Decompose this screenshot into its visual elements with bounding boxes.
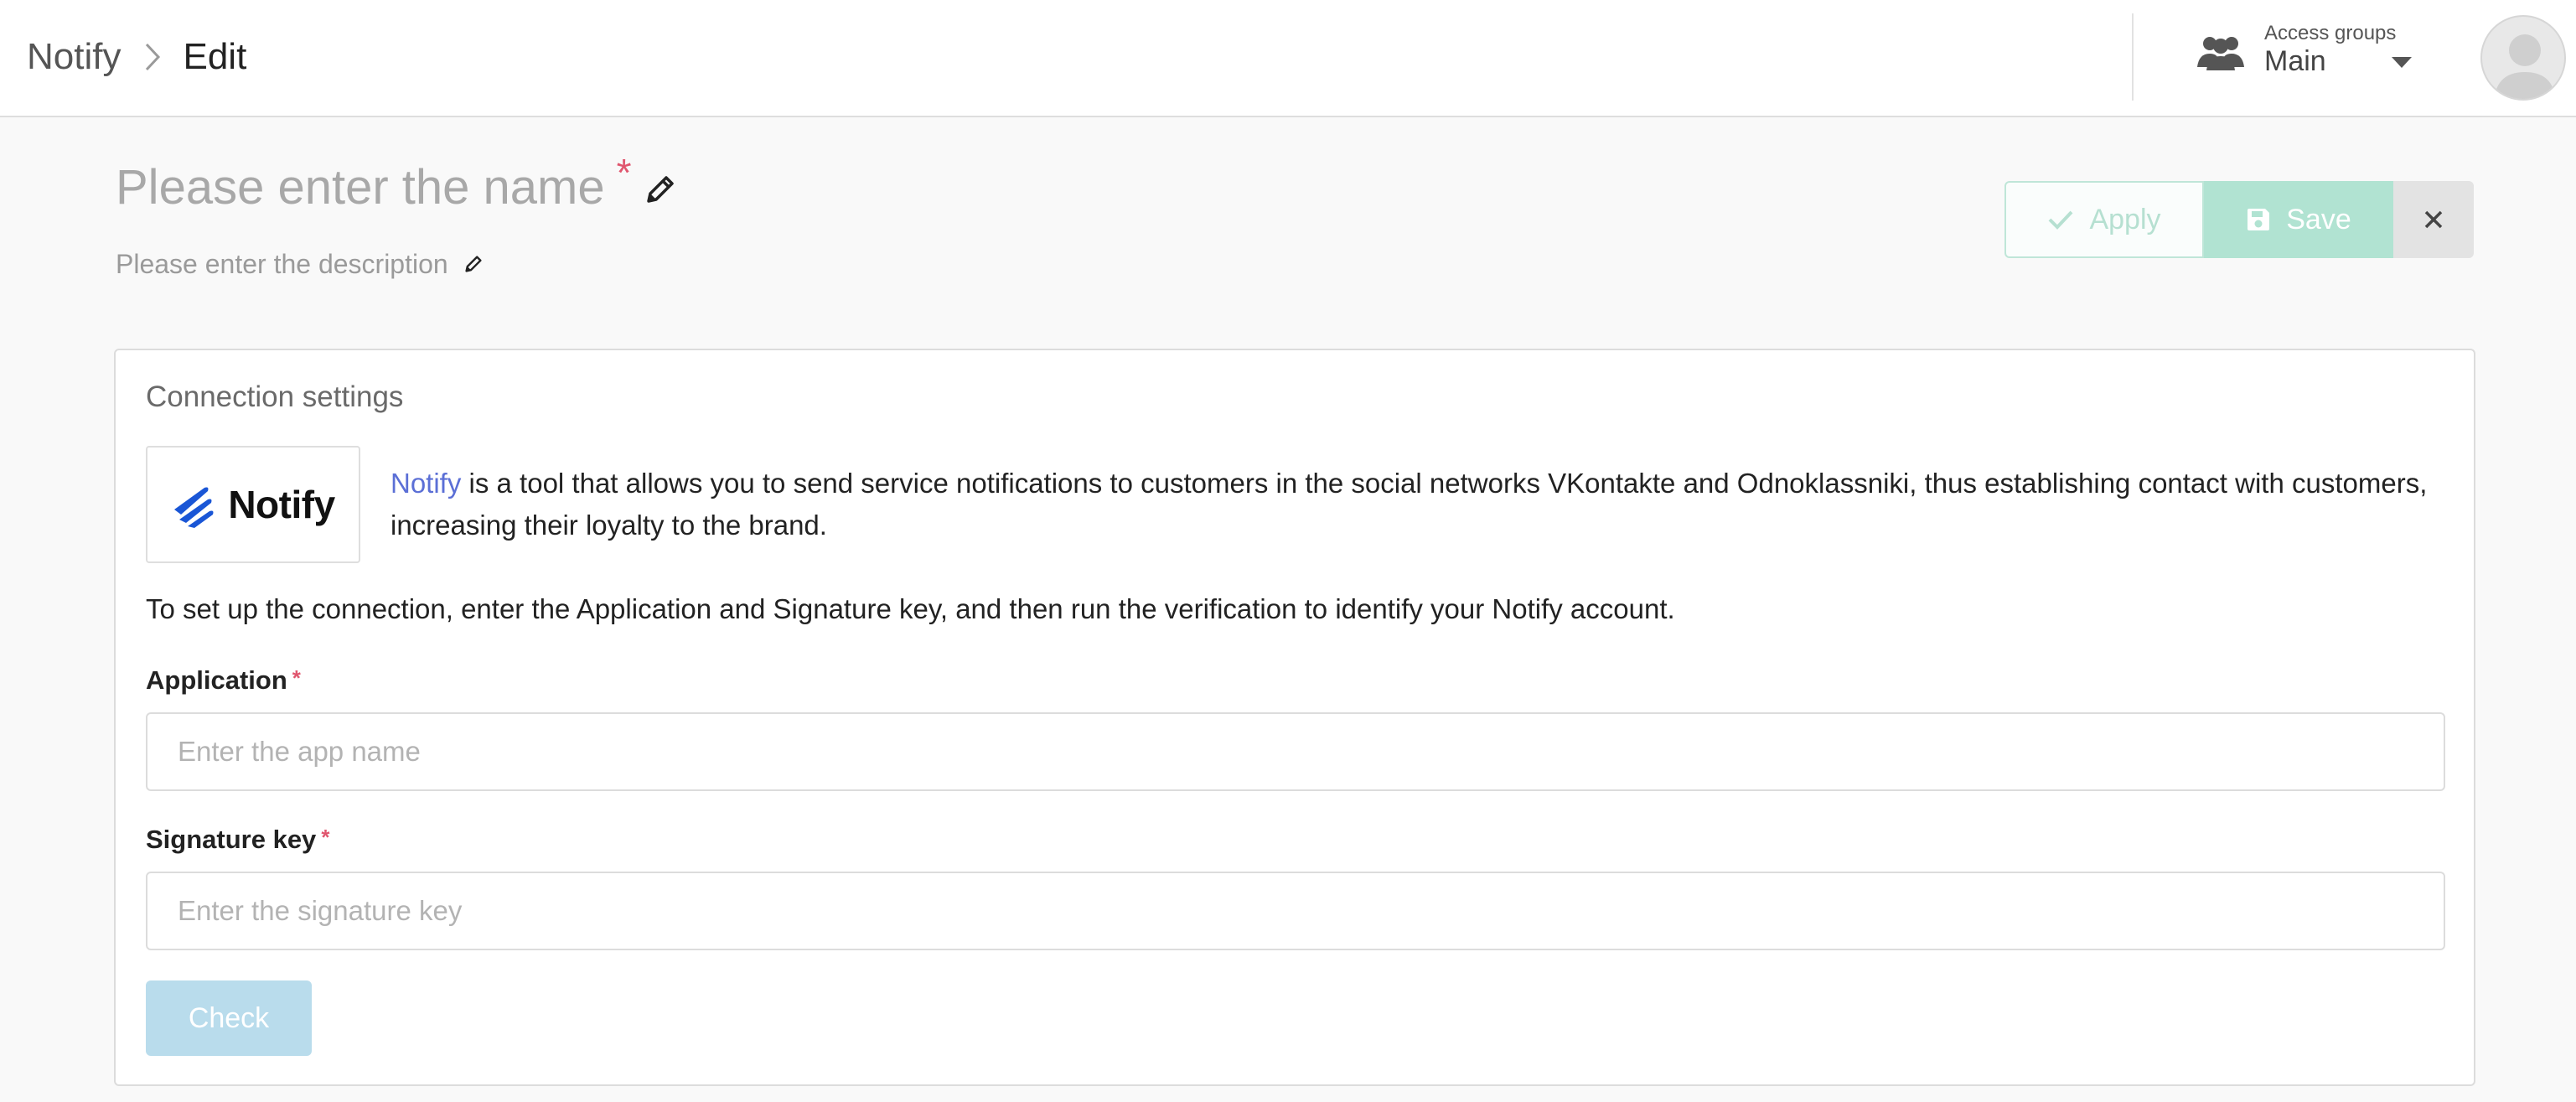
save-button-label: Save [2286,203,2351,235]
action-buttons: Apply Save [2004,181,2474,258]
apply-button[interactable]: Apply [2004,181,2204,258]
required-mark: * [292,665,301,691]
section-title: Connection settings [146,380,404,413]
intro-description: is a tool that allows you to send servic… [391,468,2428,541]
access-groups-label: Access groups [2264,22,2397,44]
connection-settings-card: Connection settings Notify Notify is a t… [114,349,2475,1086]
save-button[interactable]: Save [2204,181,2393,258]
signature-key-label-text: Signature key [146,825,317,854]
entity-name-field[interactable]: Please enter the name [116,149,605,226]
pencil-icon[interactable] [463,254,484,274]
entity-name-row: Please enter the name * [116,149,677,226]
signature-key-input[interactable] [146,872,2445,950]
check-icon [2049,210,2073,230]
notify-logo-icon [174,487,214,528]
application-input[interactable] [146,712,2445,791]
required-mark: * [616,151,632,194]
notify-logo: Notify [146,446,360,563]
apply-button-label: Apply [2089,203,2161,235]
close-icon [2424,210,2443,229]
access-groups-dropdown[interactable]: Access groups Main [2197,22,2415,89]
breadcrumb-current: Edit [183,36,247,77]
check-button[interactable]: Check [146,980,312,1056]
caret-down-icon [2392,57,2412,73]
entity-description-row: Please enter the description [116,245,484,283]
application-label: Application * [146,665,301,696]
breadcrumb: Notify Edit [27,30,246,84]
logo-wordmark: Notify [228,483,335,526]
notify-link[interactable]: Notify [391,468,461,499]
breadcrumb-root-link[interactable]: Notify [27,36,121,78]
entity-description-field[interactable]: Please enter the description [116,249,448,280]
required-mark: * [321,825,330,850]
user-avatar-icon [2494,34,2556,99]
close-button[interactable] [2393,181,2474,258]
people-icon [2197,34,2244,76]
pencil-icon[interactable] [644,173,677,210]
intro-text: Notify is a tool that allows you to send… [391,463,2452,546]
chevron-right-icon [144,42,161,72]
setup-instructions: To set up the connection, enter the Appl… [146,593,1675,624]
header-divider [2132,13,2134,101]
application-label-text: Application [146,665,287,695]
floppy-disk-icon [2248,209,2270,230]
signature-key-label: Signature key * [146,825,329,855]
user-avatar[interactable] [2480,15,2566,101]
access-groups-value: Main [2264,45,2326,77]
top-header: Notify Edit Access groups Main [0,0,2576,117]
